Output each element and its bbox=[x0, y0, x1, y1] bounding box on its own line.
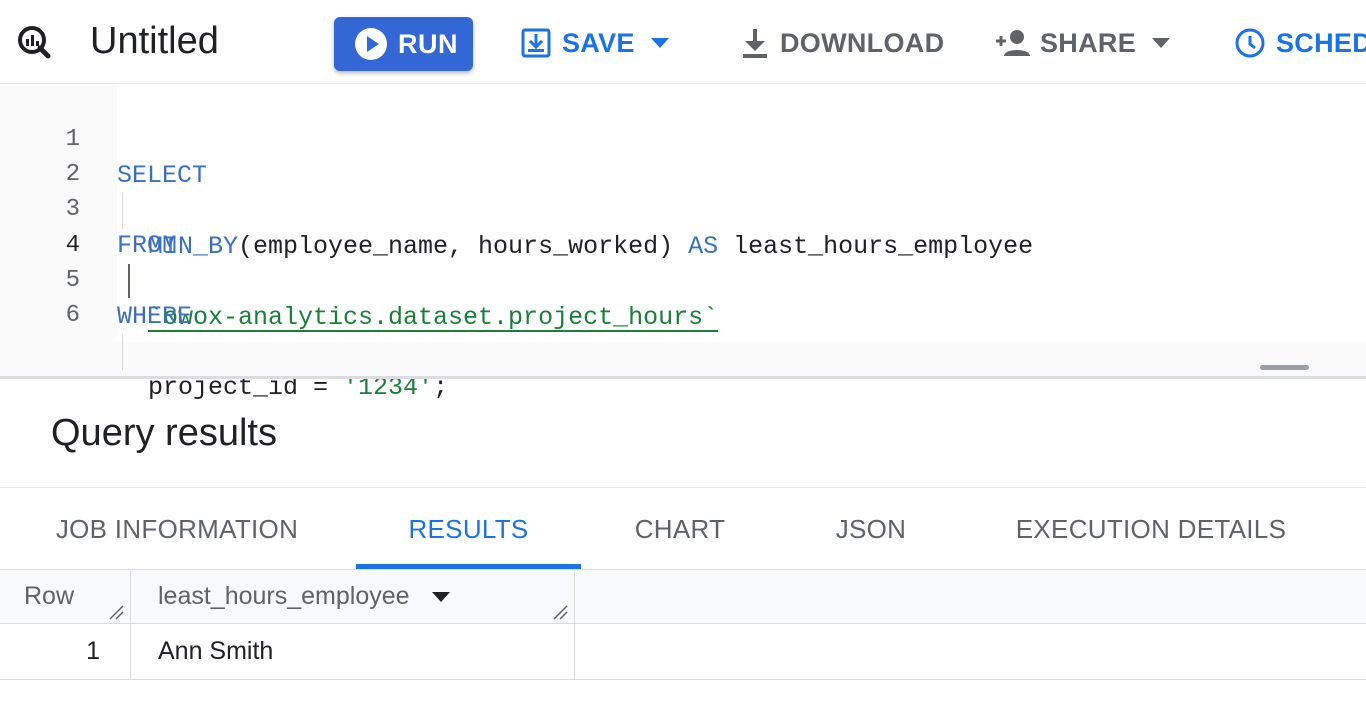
sql-keyword: WHERE bbox=[117, 302, 193, 331]
toolbar: Untitled RUN SAVE DOWNLOAD SHARE SCHED bbox=[0, 0, 1366, 84]
share-label: SHARE bbox=[1040, 27, 1137, 58]
code-line[interactable]: 6 project_id = '1234'; bbox=[0, 262, 1366, 402]
code-line[interactable]: 4 `owox-analytics.dataset.project_hours` bbox=[0, 192, 1366, 332]
save-label: SAVE bbox=[562, 27, 635, 58]
column-resize-icon[interactable] bbox=[108, 604, 124, 620]
code-line[interactable]: 5 WHERE bbox=[0, 227, 1366, 331]
editor-divider[interactable] bbox=[0, 376, 1366, 379]
run-button[interactable]: RUN bbox=[334, 17, 473, 71]
schedule-label: SCHED bbox=[1276, 27, 1366, 58]
indent-guide bbox=[122, 334, 123, 370]
schedule-button[interactable]: SCHED bbox=[1234, 22, 1366, 64]
column-header-row: Row bbox=[24, 582, 75, 610]
download-button[interactable]: DOWNLOAD bbox=[740, 22, 944, 64]
column-separator bbox=[574, 570, 575, 623]
sort-menu-icon[interactable] bbox=[431, 591, 450, 602]
code-line[interactable]: 3 FROM bbox=[0, 156, 1366, 260]
table-reference-link[interactable]: `owox-analytics.dataset.project_hours` bbox=[148, 303, 718, 332]
column-separator bbox=[574, 624, 575, 679]
save-button[interactable]: SAVE bbox=[520, 22, 679, 64]
sql-editor[interactable]: 1 SELECT 2 MIN_BY(employee_name, hours_w… bbox=[0, 84, 1366, 402]
table-row[interactable]: 1 Ann Smith bbox=[0, 624, 1366, 680]
column-resize-icon[interactable] bbox=[552, 604, 568, 620]
results-title: Query results bbox=[51, 412, 277, 454]
table-header: Row least_hours_employee bbox=[0, 570, 1366, 624]
bigquery-logo-icon bbox=[14, 22, 54, 62]
person-add-icon bbox=[996, 30, 1030, 56]
code-line[interactable]: 2 MIN_BY(employee_name, hours_worked) AS… bbox=[0, 121, 1366, 261]
column-header-least-hours-employee[interactable]: least_hours_employee bbox=[158, 570, 450, 623]
column-separator bbox=[130, 624, 131, 679]
chevron-down-icon[interactable] bbox=[650, 38, 669, 48]
row-number-cell: 1 bbox=[86, 637, 100, 665]
save-icon bbox=[521, 28, 551, 58]
editor-resize-handle[interactable] bbox=[1260, 365, 1309, 370]
play-circle-icon bbox=[355, 28, 387, 60]
tab-chart[interactable]: CHART bbox=[612, 488, 748, 570]
results-table: Row least_hours_employee 1 Ann Smith bbox=[0, 570, 1366, 682]
column-header-label: least_hours_employee bbox=[158, 582, 410, 610]
download-label: DOWNLOAD bbox=[780, 27, 945, 58]
clock-icon bbox=[1235, 28, 1265, 58]
column-separator bbox=[130, 570, 131, 623]
active-tab-indicator bbox=[356, 564, 581, 569]
tab-execution-details[interactable]: EXECUTION DETAILS bbox=[996, 488, 1306, 570]
results-tabs: JOB INFORMATION RESULTS CHART JSON EXECU… bbox=[0, 487, 1366, 570]
chevron-down-icon[interactable] bbox=[1152, 38, 1171, 48]
share-button[interactable]: SHARE bbox=[994, 22, 1180, 64]
table-cell[interactable]: Ann Smith bbox=[158, 624, 273, 679]
tab-json[interactable]: JSON bbox=[808, 488, 934, 570]
code-line[interactable]: 1 SELECT bbox=[0, 86, 1366, 190]
download-icon bbox=[743, 29, 767, 58]
line-number: 6 bbox=[65, 302, 80, 329]
run-label: RUN bbox=[398, 28, 458, 59]
query-title[interactable]: Untitled bbox=[90, 18, 219, 64]
tab-job-information[interactable]: JOB INFORMATION bbox=[36, 488, 318, 570]
tab-results[interactable]: RESULTS bbox=[356, 488, 581, 570]
